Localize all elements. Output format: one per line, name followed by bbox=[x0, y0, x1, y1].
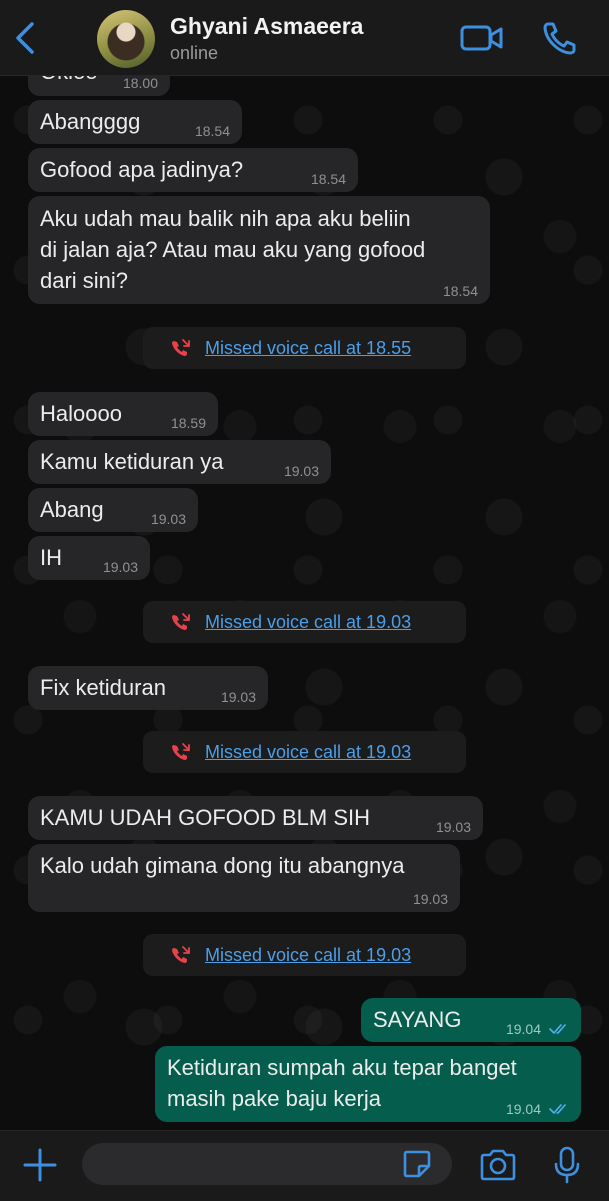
contact-avatar[interactable] bbox=[97, 10, 155, 68]
back-button[interactable] bbox=[8, 18, 42, 58]
message-text: Gofood apa jadinya? bbox=[40, 157, 244, 182]
message-time: 19.03 bbox=[220, 689, 256, 705]
sticker-icon bbox=[403, 1150, 431, 1178]
attach-button[interactable] bbox=[22, 1147, 58, 1183]
missed-call-icon bbox=[172, 743, 190, 760]
missed-call-icon bbox=[172, 946, 190, 963]
chat-header: Ghyani Asmaeera online bbox=[0, 0, 609, 76]
missed-call-notice: Missed voice call at 18.55 bbox=[143, 327, 466, 369]
message-bubble[interactable]: Gofood apa jadinya? 18.54 bbox=[28, 148, 358, 192]
contact-status: online bbox=[170, 43, 219, 63]
message-time: 19.03 bbox=[102, 559, 138, 575]
message-time: 19.03 bbox=[150, 511, 186, 527]
message-time: 18.59 bbox=[170, 415, 206, 431]
chevron-left-icon bbox=[16, 22, 34, 54]
message-bubble[interactable]: Kamu ketiduran ya 19.03 bbox=[28, 440, 331, 484]
message-text-line: dari sini? bbox=[40, 268, 129, 293]
missed-call-notice: Missed voice call at 19.03 bbox=[143, 731, 466, 773]
message-time: 19.03 bbox=[283, 463, 319, 479]
message-time: 18.54 bbox=[310, 171, 346, 187]
missed-call-link[interactable]: Missed voice call at 19.03 bbox=[205, 741, 411, 763]
message-bubble[interactable]: Abang 19.03 bbox=[28, 488, 198, 532]
message-bubble-outgoing[interactable]: Ketiduran sumpah aku tepar banget masih … bbox=[155, 1046, 581, 1122]
message-text: KAMU UDAH GOFOOD BLM SIH bbox=[40, 805, 371, 830]
message-text: Kalo udah gimana dong itu abangnya bbox=[40, 853, 405, 878]
message-time: 18.54 bbox=[442, 283, 478, 299]
video-camera-icon bbox=[460, 25, 503, 51]
message-text: Kamu ketiduran ya bbox=[40, 449, 224, 474]
message-bubble[interactable]: Abangggg 18.54 bbox=[28, 100, 242, 144]
missed-call-icon bbox=[172, 613, 190, 630]
missed-call-notice: Missed voice call at 19.03 bbox=[143, 934, 466, 976]
message-bubble[interactable]: Aku udah mau balik nih apa aku beliin di… bbox=[28, 196, 490, 304]
missed-call-notice: Missed voice call at 19.03 bbox=[143, 601, 466, 643]
message-bubble[interactable]: Kalo udah gimana dong itu abangnya 19.03 bbox=[28, 844, 460, 912]
missed-call-icon bbox=[172, 339, 190, 356]
read-receipt-icon bbox=[549, 1104, 566, 1114]
message-time: 18.00 bbox=[122, 75, 158, 91]
message-bubble[interactable]: KAMU UDAH GOFOOD BLM SIH 19.03 bbox=[28, 796, 483, 840]
read-receipt-icon bbox=[549, 1024, 566, 1034]
missed-call-link[interactable]: Missed voice call at 19.03 bbox=[205, 611, 411, 633]
sticker-button[interactable] bbox=[402, 1149, 432, 1179]
video-call-button[interactable] bbox=[460, 22, 504, 54]
message-text-line: Aku udah mau balik nih apa aku beliin bbox=[40, 206, 411, 231]
contact-name[interactable]: Ghyani Asmaeera bbox=[170, 13, 363, 40]
phone-icon bbox=[543, 22, 576, 55]
camera-button[interactable] bbox=[478, 1147, 518, 1183]
missed-call-link[interactable]: Missed voice call at 19.03 bbox=[205, 944, 411, 966]
message-bubble[interactable]: Haloooo 18.59 bbox=[28, 392, 218, 436]
microphone-icon bbox=[554, 1146, 580, 1184]
message-input[interactable] bbox=[82, 1143, 452, 1185]
message-text-line: Ketiduran sumpah aku tepar banget bbox=[167, 1055, 517, 1080]
message-time: 18.54 bbox=[194, 123, 230, 139]
plus-icon bbox=[23, 1148, 57, 1182]
message-time: 19.03 bbox=[412, 891, 448, 907]
message-text-line: di jalan aja? Atau mau aku yang gofood bbox=[40, 237, 426, 262]
message-time: 19.03 bbox=[435, 819, 471, 835]
voice-call-button[interactable] bbox=[540, 18, 580, 58]
message-bubble-outgoing[interactable]: SAYANG 19.04 bbox=[361, 998, 581, 1042]
message-bubble[interactable]: Fix ketiduran 19.03 bbox=[28, 666, 268, 710]
camera-icon bbox=[480, 1149, 516, 1181]
message-composer bbox=[0, 1130, 609, 1201]
message-bubble[interactable]: IH 19.03 bbox=[28, 536, 150, 580]
message-time: 19.04 bbox=[505, 1021, 541, 1037]
missed-call-link[interactable]: Missed voice call at 18.55 bbox=[205, 337, 411, 359]
microphone-button[interactable] bbox=[552, 1145, 582, 1185]
message-time: 19.04 bbox=[505, 1101, 541, 1117]
